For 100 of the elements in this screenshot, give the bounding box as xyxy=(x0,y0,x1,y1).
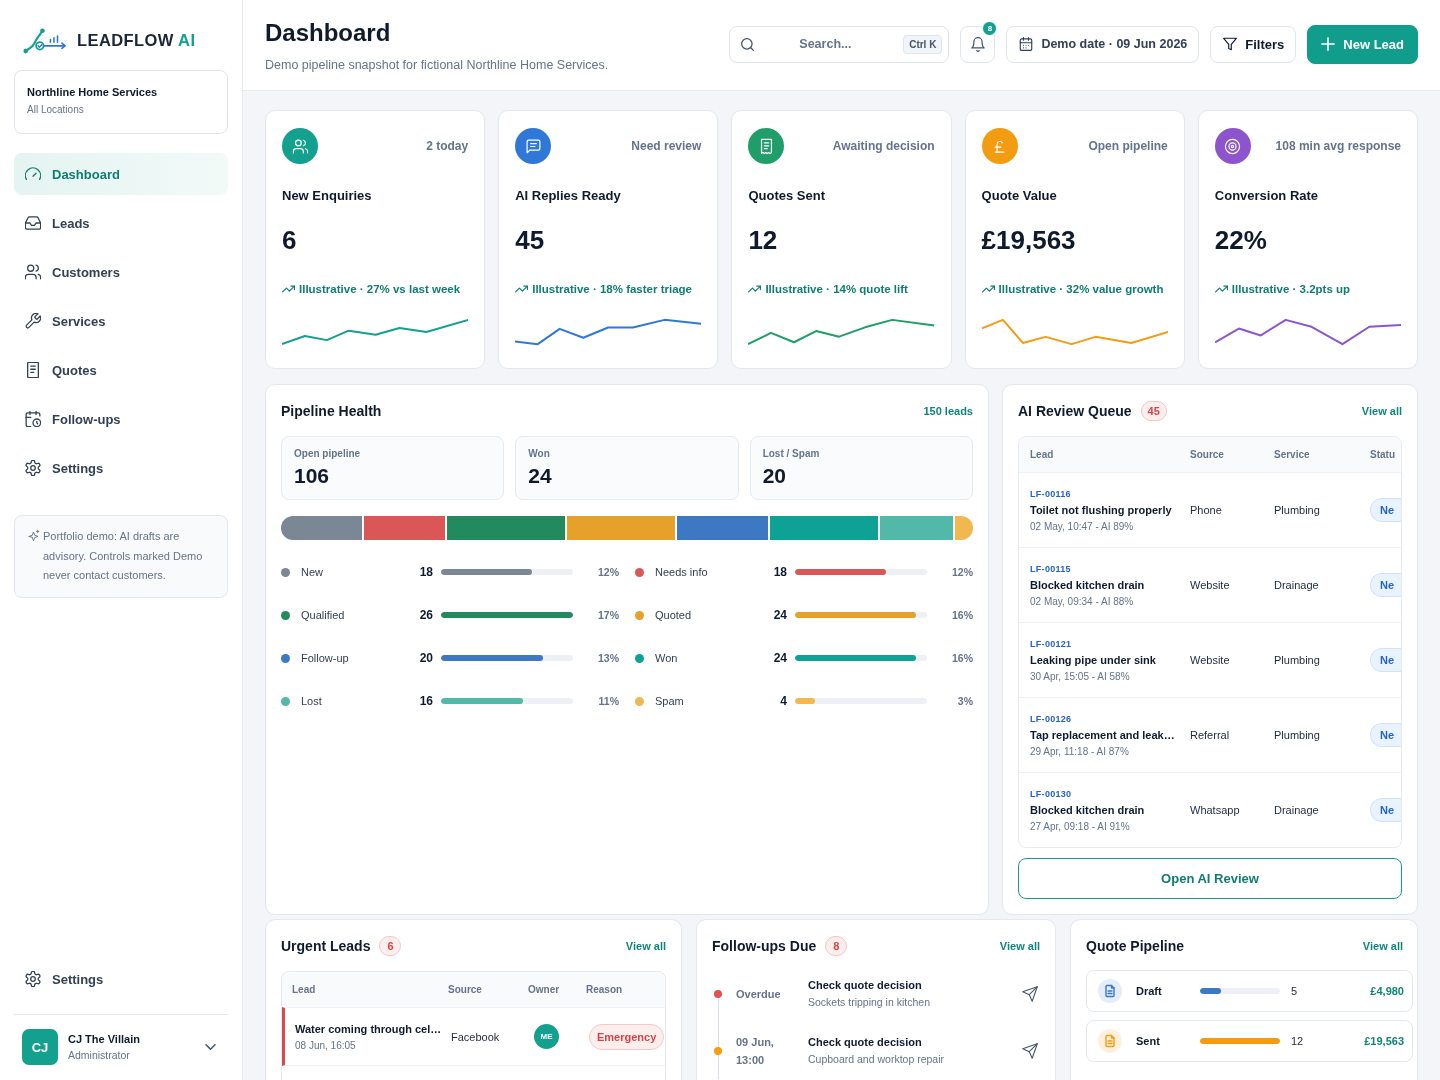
stage-share: 16% xyxy=(951,609,973,621)
organization-name: Northline Home Services xyxy=(27,86,159,98)
table-cell-text: Facebook xyxy=(451,1030,501,1043)
table-cell-text: Website xyxy=(1190,579,1231,591)
column-header: Reason xyxy=(586,984,624,995)
user-avatar: CJ xyxy=(22,1029,58,1065)
table-cell-text: Drainage xyxy=(1274,579,1320,591)
stage-label: Qualified xyxy=(301,609,346,621)
stage-label: Lost xyxy=(301,695,323,707)
card-title: Pipeline Health xyxy=(281,403,382,419)
table-cell-text: Website xyxy=(1190,654,1231,666)
stage-share: 11% xyxy=(597,695,619,707)
lead-time: 08 Jun, 16:05 xyxy=(295,1039,357,1051)
lead-title[interactable]: Blocked kitchen drain xyxy=(1030,578,1190,591)
nav-item[interactable]: Settings xyxy=(14,447,228,489)
kpi-label: Quotes Sent xyxy=(748,188,826,204)
send-icon[interactable] xyxy=(1022,1042,1038,1059)
quote-stage: Sent xyxy=(1136,1035,1161,1047)
nav-item[interactable]: Services xyxy=(14,300,228,342)
kpi-trend: Illustrative · 18% faster triage xyxy=(532,282,692,297)
wrench-icon xyxy=(25,313,41,329)
stage-share: 13% xyxy=(597,652,619,664)
nav-item[interactable]: Settings xyxy=(14,958,228,1000)
lead-title[interactable]: Tap replacement and leak… xyxy=(1030,728,1190,741)
owner-avatar: ME xyxy=(534,1024,559,1049)
nav-item[interactable]: Customers xyxy=(14,251,228,293)
column-header: Source xyxy=(1190,449,1225,460)
date-button[interactable]: Demo date · 09 Jun 2026 xyxy=(1006,25,1200,63)
kpi-note: Awaiting decision xyxy=(832,139,935,153)
stage-label: Won xyxy=(655,652,679,664)
filters-button[interactable]: Filters xyxy=(1210,25,1297,63)
lead-title[interactable]: Blocked kitchen drain xyxy=(1030,803,1190,816)
status-badge: Ne xyxy=(1370,498,1401,522)
kpi-trend: Illustrative · 27% vs last week xyxy=(299,282,461,297)
lead-id: LF-00115 xyxy=(1030,563,1072,574)
kpi-label: AI Replies Ready xyxy=(515,188,622,204)
view-all-link[interactable]: View all xyxy=(999,940,1040,952)
search-icon xyxy=(741,37,755,51)
nav-item[interactable]: Leads xyxy=(14,202,228,244)
kpi-value: 22% xyxy=(1214,224,1268,256)
stage-count: 24 xyxy=(772,608,787,622)
kpi-note: Need review xyxy=(631,139,702,153)
stage-label: New xyxy=(301,566,324,578)
view-all-link[interactable]: View all xyxy=(625,940,666,952)
kpi-value: 12 xyxy=(748,224,779,256)
nav-item[interactable]: Follow-ups xyxy=(14,398,228,440)
card-title: AI Review Queue xyxy=(1018,403,1132,419)
nav-item[interactable]: Quotes xyxy=(14,349,228,391)
document-icon xyxy=(1098,979,1122,1003)
kpi-label: Quote Value xyxy=(981,188,1058,204)
stage-share: 12% xyxy=(951,566,973,578)
lead-title[interactable]: Leaking pipe under sink xyxy=(1030,653,1190,666)
due-time: Overdue xyxy=(736,986,782,1002)
lead-id: LF-00130 xyxy=(1030,788,1073,799)
stat-value: 24 xyxy=(528,464,553,488)
nav-item[interactable]: Dashboard xyxy=(14,153,228,195)
settings-icon xyxy=(25,971,41,987)
stat-label: Open pipeline xyxy=(294,448,362,459)
lead-title[interactable]: Toilet not flushing properly xyxy=(1030,503,1190,516)
table-cell-text: Whatsapp xyxy=(1190,804,1241,816)
lead-meta: 02 May, 10:47 - AI 89% xyxy=(1030,520,1135,532)
stage-label: Spam xyxy=(655,695,685,707)
page-title: Dashboard xyxy=(265,18,392,47)
stage-count: 20 xyxy=(418,651,433,665)
stage-label: Quoted xyxy=(655,609,693,621)
kpi-label: Conversion Rate xyxy=(1214,188,1320,204)
open-review-button[interactable]: Open AI Review xyxy=(1018,858,1402,899)
chevron-down-icon[interactable] xyxy=(205,1044,216,1050)
task-detail: Sockets tripping in kitchen xyxy=(808,996,931,1008)
document-icon xyxy=(25,362,41,378)
lead-id: LF-00116 xyxy=(1030,488,1072,499)
user-role: Administrator xyxy=(68,1049,131,1061)
quote-count: 12 xyxy=(1291,1035,1305,1047)
document-icon xyxy=(1098,1029,1122,1053)
stat-value: 20 xyxy=(762,464,787,488)
table-cell-text: Plumbing xyxy=(1274,504,1321,516)
trend-up-icon xyxy=(282,285,295,293)
lead-meta: 27 Apr, 09:18 - AI 91% xyxy=(1030,820,1131,832)
kpi-note: Open pipeline xyxy=(1088,139,1168,153)
view-all-link[interactable]: View all xyxy=(1361,405,1402,417)
column-header: Source xyxy=(448,984,483,995)
organization-card[interactable]: Northline Home Services All Locations xyxy=(14,70,228,134)
kpi-trend: Illustrative · 3.2pts up xyxy=(1231,282,1351,297)
kpi-value: 6 xyxy=(282,224,298,256)
status-badge: Ne xyxy=(1370,573,1401,597)
quote-value: £19,563 xyxy=(1364,1035,1404,1047)
stage-count: 24 xyxy=(772,651,787,665)
send-icon[interactable] xyxy=(1022,985,1038,1002)
kpi-value: £19,563 xyxy=(981,224,1077,256)
table-cell-text: Drainage xyxy=(1274,804,1320,816)
stage-share: 12% xyxy=(597,566,619,578)
stage-label: Follow-up xyxy=(301,652,350,664)
status-badge: Ne xyxy=(1370,723,1401,747)
notification-count: 8 xyxy=(982,20,998,36)
kpi-note: 2 today xyxy=(426,139,469,153)
lead-title[interactable]: Water coming through cel… xyxy=(295,1022,451,1035)
column-header: Lead xyxy=(292,984,317,995)
gauge-icon xyxy=(25,166,41,182)
view-all-link[interactable]: View all xyxy=(1362,940,1403,952)
stage-share: 3% xyxy=(956,695,973,707)
